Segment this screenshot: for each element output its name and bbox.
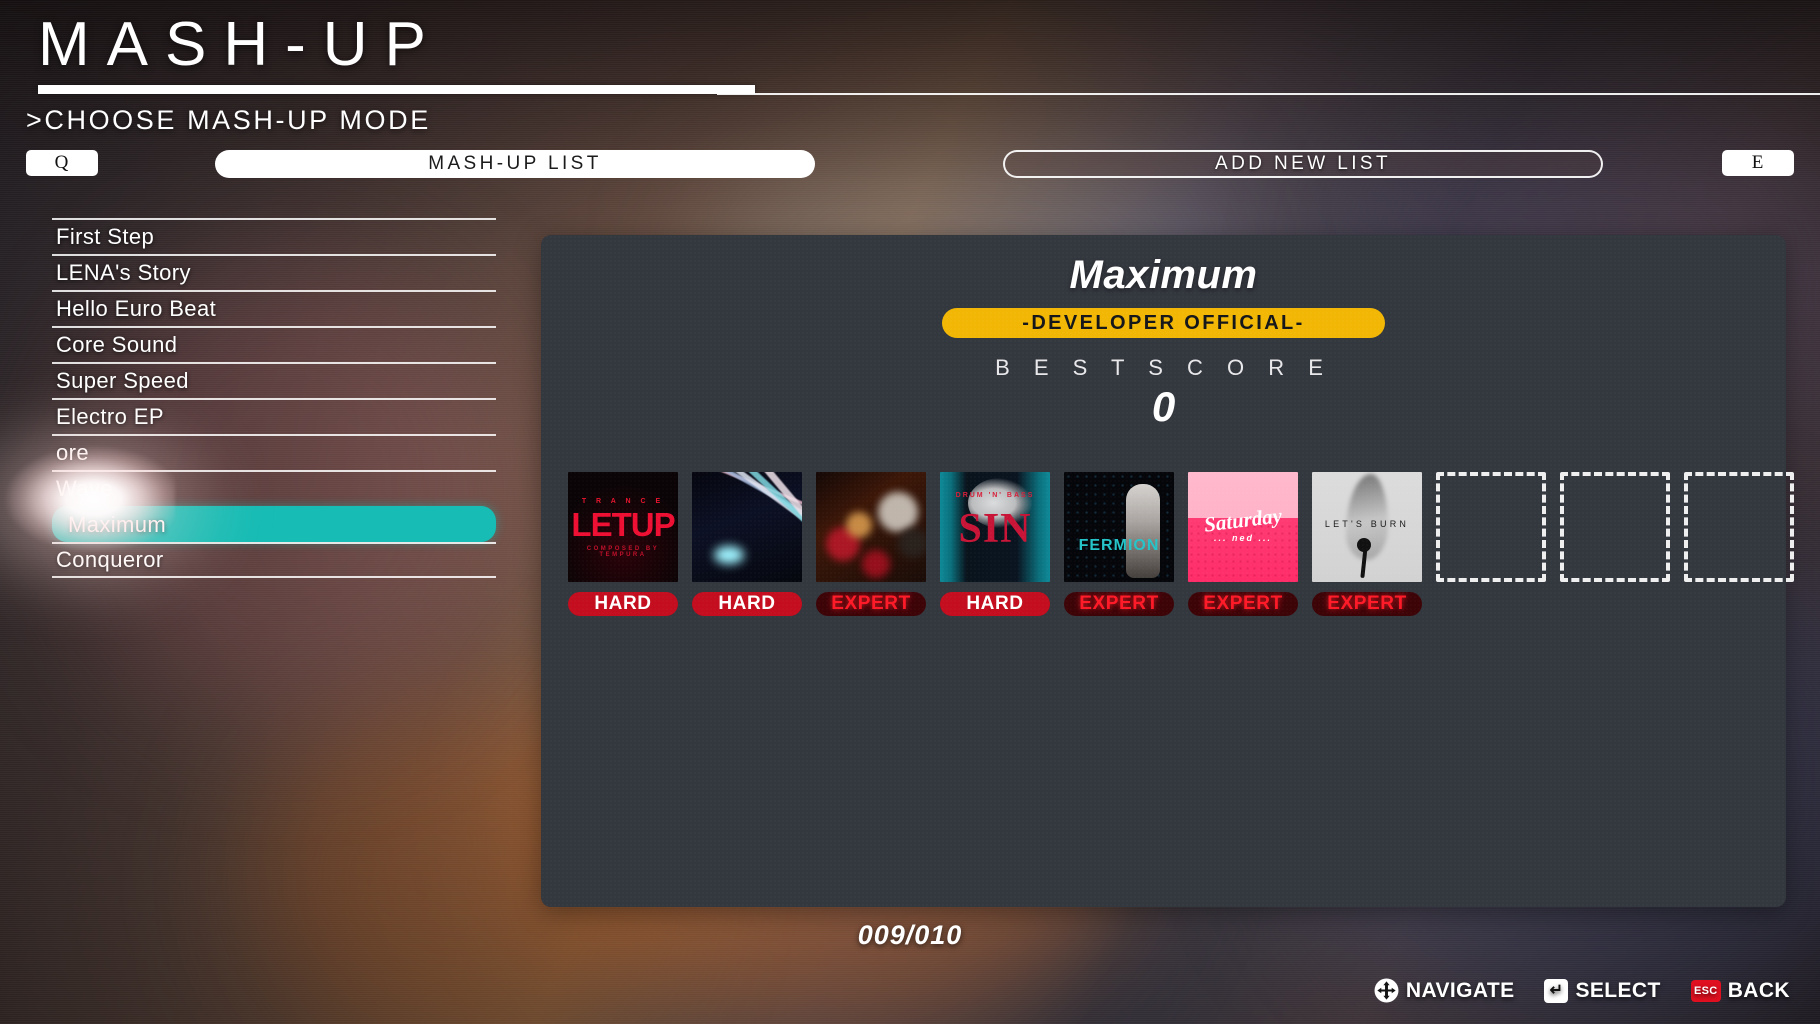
title-underline-thin — [717, 93, 1820, 95]
empty-track-slot[interactable] — [1436, 472, 1546, 582]
mashup-list-item[interactable]: Electro EP — [52, 398, 496, 434]
mashup-list-item-label: ore — [56, 440, 89, 465]
album-art-glow — [714, 546, 744, 564]
album-art-figure — [1126, 484, 1160, 578]
track-slot[interactable]: LET'S BURN EXPERT — [1312, 472, 1422, 616]
page-counter: 009/010 — [857, 920, 963, 950]
enter-icon-glyph: ↵ — [1549, 981, 1564, 999]
page-subtitle: >CHOOSE MASH-UP MODE — [26, 104, 431, 135]
album-art-text: LET'S BURN — [1324, 519, 1410, 529]
track-album-art: FERMION — [1064, 472, 1174, 582]
best-score-label: B E S T S C O R E — [995, 355, 1332, 380]
mashup-list-item-label: Conqueror — [56, 547, 164, 572]
mashup-list-item-label: Wave — [56, 476, 114, 501]
album-art-text: FERMION — [1078, 537, 1160, 554]
track-album-art — [692, 472, 802, 582]
detail-title: Maximum — [1069, 253, 1258, 297]
track-grid: T R A N C E LETUP COMPOSED BY TEMPURA HARD H… — [568, 472, 1794, 616]
tab-add-new-list[interactable]: ADD NEW LIST — [1003, 150, 1603, 178]
track-album-art: LET'S BURN — [1312, 472, 1422, 582]
title-underline — [38, 84, 755, 94]
mashup-list-item[interactable]: Super Speed — [52, 362, 496, 398]
hint-navigate-label: NAVIGATE — [1405, 978, 1515, 1002]
track-slot[interactable] — [1560, 472, 1670, 616]
developer-official-badge: -DEVELOPER OFFICIAL- — [942, 308, 1385, 338]
track-difficulty-badge: EXPERT — [1188, 592, 1298, 616]
tab-bar: Q MASH-UP LIST ADD NEW LIST E — [0, 150, 1820, 180]
album-art-text: DRUM 'N' BASS — [955, 492, 1035, 499]
track-slot[interactable]: T R A N C E LETUP COMPOSED BY TEMPURA HARD — [568, 472, 678, 616]
track-difficulty-badge: EXPERT — [1312, 592, 1422, 616]
track-album-art: T R A N C E LETUP COMPOSED BY TEMPURA — [568, 472, 678, 582]
track-slot[interactable]: DRUM 'N' BASS SIN HARD — [940, 472, 1050, 616]
mashup-list-item[interactable]: Conqueror — [52, 542, 496, 578]
album-art-shape — [862, 550, 890, 578]
mashup-list-item[interactable]: First Step — [52, 218, 496, 254]
track-album-art: DRUM 'N' BASS SIN — [940, 472, 1050, 582]
album-art-text: ... ned ... — [1213, 533, 1272, 543]
hint-back-label: BACK — [1727, 978, 1790, 1002]
mashup-list-item-label: LENA's Story — [56, 260, 191, 285]
title-row: MASH-UP — [0, 0, 1820, 94]
album-art-needle-base — [1357, 538, 1371, 552]
hint-select[interactable]: ↵ SELECT — [1544, 978, 1661, 1003]
mashup-list-item-label: Super Speed — [56, 368, 189, 393]
mashup-list-item[interactable]: LENA's Story — [52, 254, 496, 290]
hint-back[interactable]: ESC BACK — [1690, 978, 1790, 1003]
track-difficulty-badge: HARD — [692, 592, 802, 616]
mashup-list-item-label: Maximum — [68, 512, 167, 537]
track-slot[interactable]: FERMION EXPERT — [1064, 472, 1174, 616]
track-difficulty-badge: HARD — [940, 592, 1050, 616]
album-art-text: T R A N C E — [581, 498, 665, 505]
mashup-list-item-label: Electro EP — [56, 404, 164, 429]
mashup-list-item[interactable]: Wave — [52, 470, 496, 506]
best-score-value: 0 — [1151, 383, 1176, 430]
next-tab-key[interactable]: E — [1722, 150, 1794, 176]
mashup-list-item-label: Hello Euro Beat — [56, 296, 217, 321]
track-album-art: Saturday... ned ... — [1188, 472, 1298, 582]
album-art-text: LETUP — [571, 506, 675, 543]
tab-mashup-list[interactable]: MASH-UP LIST — [215, 150, 815, 178]
empty-track-slot[interactable] — [1560, 472, 1670, 582]
control-hints: NAVIGATE ↵ SELECT ESC BACK — [1374, 978, 1790, 1003]
album-art-streak — [737, 472, 802, 564]
track-slot[interactable]: EXPERT — [816, 472, 926, 616]
track-difficulty-badge: HARD — [568, 592, 678, 616]
mashup-list-item[interactable]: Maximum — [52, 506, 496, 542]
hint-navigate[interactable]: NAVIGATE — [1374, 978, 1515, 1003]
album-art-shape — [898, 528, 926, 558]
prev-tab-key[interactable]: Q — [26, 150, 98, 176]
page-title: MASH-UP — [38, 10, 443, 79]
mashup-list-item[interactable]: ore — [52, 434, 496, 470]
header: MASH-UP >CHOOSE MASH-UP MODE — [0, 0, 1820, 136]
track-slot[interactable]: Saturday... ned ... EXPERT — [1188, 472, 1298, 616]
track-slot[interactable] — [1436, 472, 1546, 616]
mashup-list-item[interactable]: Core Sound — [52, 326, 496, 362]
enter-icon: ↵ — [1544, 978, 1569, 1003]
album-art-shape — [878, 492, 918, 532]
album-art-text: COMPOSED BY TEMPURA — [586, 546, 660, 558]
mashup-list-item-label: Core Sound — [56, 332, 178, 357]
hint-select-label: SELECT — [1575, 978, 1661, 1002]
album-art-shape — [846, 512, 872, 538]
detail-panel: Maximum -DEVELOPER OFFICIAL- B E S T S C… — [541, 235, 1794, 907]
track-slot[interactable] — [1684, 472, 1794, 616]
track-album-art — [816, 472, 926, 582]
mashup-list: First Step LENA's Story Hello Euro Beat Cor… — [52, 218, 496, 578]
mashup-list-item[interactable]: Hello Euro Beat — [52, 290, 496, 326]
album-art-text: SIN — [958, 506, 1032, 552]
track-difficulty-badge: EXPERT — [816, 592, 926, 616]
empty-track-slot[interactable] — [1684, 472, 1794, 582]
esc-icon: ESC — [1690, 979, 1721, 1002]
mashup-list-item-label: First Step — [56, 224, 155, 249]
track-difficulty-badge: EXPERT — [1064, 592, 1174, 616]
dpad-icon — [1374, 978, 1399, 1003]
track-slot[interactable]: HARD — [692, 472, 802, 616]
